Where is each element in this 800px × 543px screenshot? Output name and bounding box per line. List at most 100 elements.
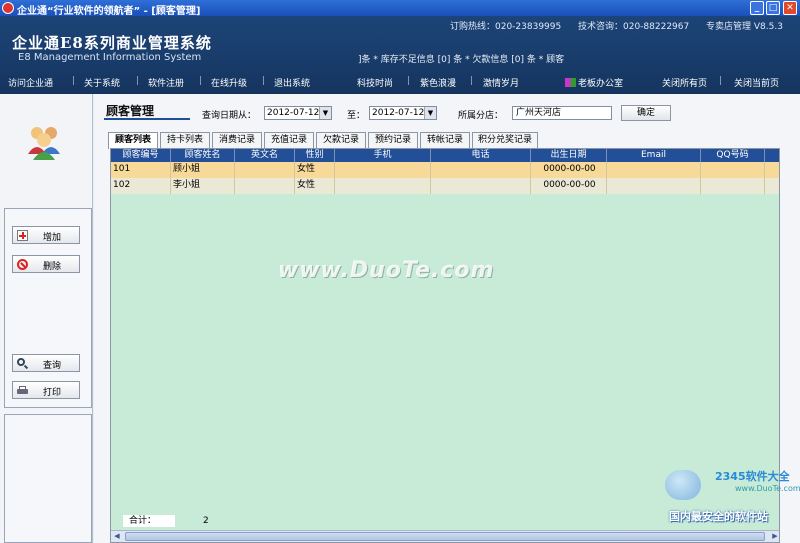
watermark-logo: 2345软件大全 [715,470,790,483]
cell-qq [701,162,765,178]
page-title: 顾客管理 [106,104,155,118]
date-to-label: 至： [347,111,366,121]
mascot-icon [665,470,701,500]
cell-email [607,162,701,178]
scroll-right-icon[interactable]: ▶ [769,531,779,542]
cell-phone [431,178,531,194]
edition-text: 专卖店管理 V8.5.3 [706,22,783,32]
table-row[interactable]: 102 李小姐 女性 0000-00-00 [111,178,779,194]
store-label: 所属分店： [458,111,504,121]
tab-customer-list[interactable]: 顾客列表 [108,132,158,149]
scroll-left-icon[interactable]: ◀ [111,531,123,542]
print-button[interactable]: 打印 [12,381,80,399]
column-header[interactable]: QQ号码 [701,149,765,162]
date-from-picker[interactable]: 2012-07-12 ▼ [264,106,332,120]
column-header[interactable]: 电话 [431,149,531,162]
nav-separator: | [136,76,140,86]
theme-purple-romance[interactable]: 紫色浪漫 [420,76,456,89]
tab-points-redemption[interactable]: 积分兑奖记录 [472,132,538,148]
delete-button-label: 删除 [43,262,62,272]
prohibit-icon [17,259,28,270]
chevron-down-icon[interactable]: ▼ [319,107,331,119]
tab-arrears[interactable]: 欠款记录 [316,132,366,148]
store-input[interactable]: 广州天河店 [512,106,612,120]
app-subtitle: E8 Management Information System [18,52,202,63]
watermark-slogan: 国内最安全的软件站 [669,510,768,523]
watermark-site: www.DuoTe.com [735,484,800,493]
maximize-button[interactable]: □ [766,1,780,15]
close-all-pages[interactable]: 关闭所有页 [662,76,707,89]
column-header[interactable]: 顾客姓名 [171,149,235,162]
nav-exit-system[interactable]: 退出系统 [274,76,310,89]
cell-mobile [335,178,431,194]
support-text: 技术咨询：020-88222967 [578,22,690,32]
table-row[interactable]: 101 顾小姐 女性 0000-00-00 [111,162,779,178]
add-button-label: 增加 [43,233,62,243]
nav-separator: | [719,76,723,86]
nav-bar: 访问企业通 | 关于系统 | 软件注册 | 在线升级 | 退出系统 科技时尚 |… [0,76,800,90]
cell-customer-id: 101 [111,162,171,178]
site-watermark: 2345软件大全 www.DuoTe.com 国内最安全的软件站 [665,468,800,528]
cell-customer-name: 顾小姐 [171,162,235,178]
column-header[interactable]: 顾客编号 [111,149,171,162]
magnifier-icon [17,358,29,370]
app-title: 企业通E8系列商业管理系统 [12,34,212,52]
column-header[interactable]: Email [607,149,701,162]
window-titlebar: 企业通“行业软件的领航者” - [顾客管理] _ □ ✕ [0,0,800,17]
tab-consumption[interactable]: 消费记录 [212,132,262,148]
nav-about-system[interactable]: 关于系统 [84,76,120,89]
query-button[interactable]: 查询 [12,354,80,372]
scrollbar-thumb[interactable] [125,532,765,541]
title-underline [104,118,190,120]
boss-office-link[interactable]: 老板办公室 [565,76,623,89]
app-header: 订购热线：020-23839995 技术咨询：020-88222967 专卖店管… [0,16,800,94]
date-from-value: 2012-07-12 [267,108,320,118]
delete-button[interactable]: 删除 [12,255,80,273]
boss-office-label: 老板办公室 [578,79,624,89]
duote-watermark: www.DuoTe.com [278,258,495,283]
horizontal-scrollbar[interactable]: ◀ ▶ [111,530,779,542]
minimize-button[interactable]: _ [750,1,764,15]
date-to-picker[interactable]: 2012-07-12 ▼ [369,106,437,120]
tab-transfers[interactable]: 转帐记录 [420,132,470,148]
nav-visit-qiyetong[interactable]: 访问企业通 [8,76,53,89]
close-current-page[interactable]: 关闭当前页 [734,76,779,89]
nav-separator: | [407,76,411,86]
cell-english-name [235,178,295,194]
cell-phone [431,162,531,178]
column-header[interactable]: 手机 [335,149,431,162]
cell-gender: 女性 [295,162,335,178]
cell-birthdate: 0000-00-00 [531,178,607,194]
cell-mobile [335,162,431,178]
boss-office-icon [565,78,576,87]
grid-header: 顾客编号 顾客姓名 英文名 性别 手机 电话 出生日期 Email QQ号码 [111,149,779,162]
theme-passion-years[interactable]: 激情岁月 [483,76,519,89]
cell-email [607,178,701,194]
close-button[interactable]: ✕ [783,1,797,15]
nav-register[interactable]: 软件注册 [148,76,184,89]
app-icon [2,2,14,14]
nav-online-upgrade[interactable]: 在线升级 [211,76,247,89]
tab-recharge[interactable]: 充值记录 [264,132,314,148]
cell-gender: 女性 [295,178,335,194]
column-header[interactable]: 出生日期 [531,149,607,162]
date-from-label: 查询日期从： [202,111,257,121]
add-button[interactable]: 增加 [12,226,80,244]
window-title: 企业通“行业软件的领航者” - [顾客管理] [17,6,201,17]
date-to-value: 2012-07-12 [372,108,425,118]
left-lower-panel [4,414,92,543]
total-label: 合计： [123,515,175,527]
column-header[interactable]: 英文名 [235,149,295,162]
query-button-label: 查询 [43,361,62,371]
add-icon [17,230,28,241]
chevron-down-icon[interactable]: ▼ [424,107,436,119]
cell-customer-name: 李小姐 [171,178,235,194]
cell-customer-id: 102 [111,178,171,194]
column-header[interactable]: 性别 [295,149,335,162]
confirm-button[interactable]: 确定 [621,105,671,121]
nav-separator: | [199,76,203,86]
tab-appointments[interactable]: 预约记录 [368,132,418,148]
notice-ticker: ]条 * 库存不足信息 [0] 条 * 欠款信息 [0] 条 * 顾客 [358,55,565,65]
tab-card-list[interactable]: 持卡列表 [160,132,210,148]
theme-tech-fashion[interactable]: 科技时尚 [357,76,393,89]
